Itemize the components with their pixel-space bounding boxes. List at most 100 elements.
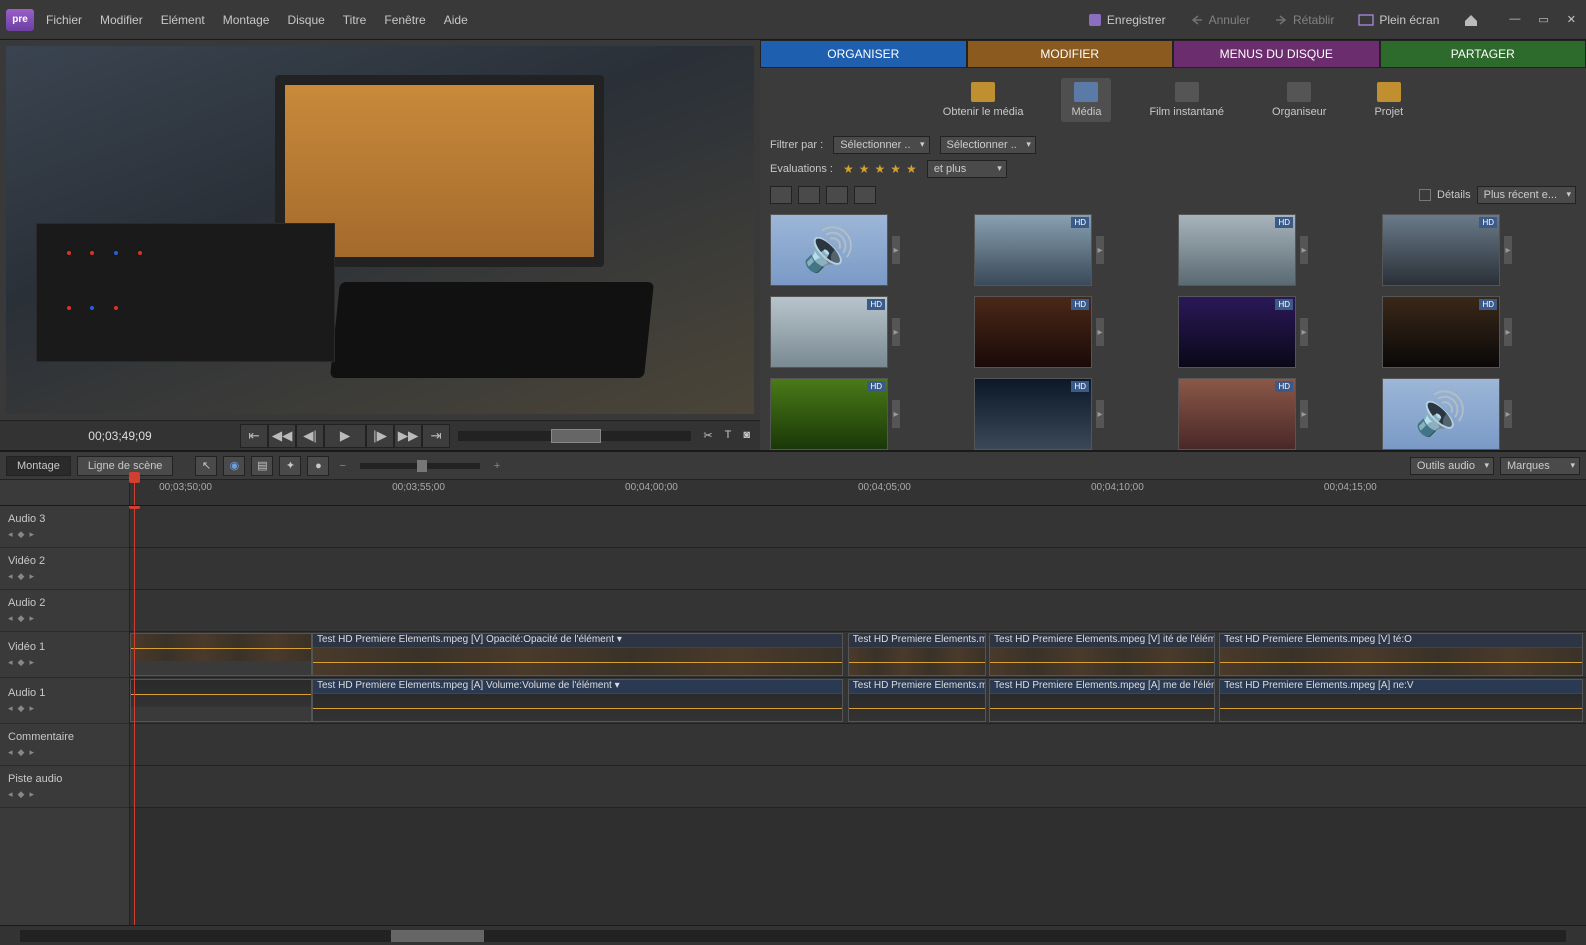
media-thumb[interactable]: HD	[770, 378, 888, 450]
menu-fenetre[interactable]: Fenêtre	[382, 9, 427, 31]
media-thumb[interactable]: HD	[1382, 214, 1500, 286]
rewind-button[interactable]: ◀◀	[268, 424, 296, 448]
media-thumb[interactable]: HD	[974, 214, 1092, 286]
fullscreen-button[interactable]: Plein écran	[1352, 10, 1445, 30]
track-header-video1[interactable]: Vidéo 1◂◆▸	[0, 632, 129, 678]
tab-menus-disque[interactable]: MENUS DU DISQUE	[1173, 40, 1380, 68]
redo-button[interactable]: Rétablir	[1268, 10, 1340, 30]
timeline-scrollbar[interactable]	[0, 925, 1586, 945]
menu-titre[interactable]: Titre	[341, 9, 369, 31]
star-2[interactable]: ★	[859, 162, 870, 176]
step-fwd-button[interactable]: |▶	[366, 424, 394, 448]
tab-modifier[interactable]: MODIFIER	[967, 40, 1174, 68]
clip-audio[interactable]: Test HD Premiere Elements.mpeg [A] Volum…	[312, 679, 843, 722]
new-folder-icon[interactable]	[826, 186, 848, 204]
smart-trim-tool-icon[interactable]: ✦	[279, 456, 301, 476]
media-play-handle[interactable]: ▸	[1504, 318, 1512, 346]
tab-partager[interactable]: PARTAGER	[1380, 40, 1586, 68]
menu-modifier[interactable]: Modifier	[98, 9, 145, 31]
star-4[interactable]: ★	[890, 162, 901, 176]
filter-select-2[interactable]: Sélectionner ..	[940, 136, 1036, 154]
clip-video[interactable]: Test HD Premiere Elements.mpeg [V] Opaci…	[312, 633, 843, 676]
lane-audio3[interactable]	[130, 506, 1586, 548]
clip-video[interactable]: Test HD Premiere Elements.mpeg [V] ité d…	[989, 633, 1215, 676]
snapshot-icon[interactable]: ◙	[739, 427, 754, 444]
media-thumb[interactable]: 🔊	[1382, 378, 1500, 450]
audio-toggle-icon[interactable]	[798, 186, 820, 204]
details-checkbox[interactable]	[1419, 189, 1431, 201]
lane-audio1[interactable]: Test HD Premiere Elements.mpeg [A] Volum…	[130, 678, 1586, 724]
media-thumb[interactable]: HD	[770, 296, 888, 368]
step-back-button[interactable]: ◀|	[296, 424, 324, 448]
track-header-audio2[interactable]: Audio 2◂◆▸	[0, 590, 129, 632]
tab-sceneline[interactable]: Ligne de scène	[77, 456, 174, 476]
clip-audio[interactable]: Test HD Premiere Elements.mpeg [A] ne:V	[1219, 679, 1583, 722]
close-button[interactable]: ✕	[1563, 11, 1580, 28]
undo-button[interactable]: Annuler	[1184, 10, 1256, 30]
tab-organiser[interactable]: ORGANISER	[760, 40, 967, 68]
star-3[interactable]: ★	[875, 162, 886, 176]
media-thumb[interactable]: HD	[974, 378, 1092, 450]
instant-movie-button[interactable]: Film instantané	[1139, 78, 1234, 122]
media-play-handle[interactable]: ▸	[1300, 318, 1308, 346]
media-play-handle[interactable]: ▸	[892, 318, 900, 346]
delete-icon[interactable]	[854, 186, 876, 204]
menu-fichier[interactable]: Fichier	[44, 9, 84, 31]
lane-commentary[interactable]	[130, 724, 1586, 766]
tab-montage[interactable]: Montage	[6, 456, 71, 476]
media-thumb[interactable]: HD	[1178, 378, 1296, 450]
media-button[interactable]: Média	[1061, 78, 1111, 122]
audio-tools-select[interactable]: Outils audio	[1410, 457, 1494, 475]
fastfwd-button[interactable]: ▶▶	[394, 424, 422, 448]
get-media-button[interactable]: Obtenir le média	[933, 78, 1034, 122]
media-play-handle[interactable]: ▸	[1300, 236, 1308, 264]
media-play-handle[interactable]: ▸	[1504, 236, 1512, 264]
lane-video1[interactable]: Test HD Premiere Elements.mpeg [V] Opaci…	[130, 632, 1586, 678]
media-thumb[interactable]: HD	[1178, 296, 1296, 368]
clip-audio[interactable]: Test HD Premiere Elements.mpeg [A] me de…	[989, 679, 1215, 722]
home-button[interactable]	[1457, 10, 1485, 30]
organizer-button[interactable]: Organiseur	[1262, 78, 1336, 122]
star-1[interactable]: ★	[843, 162, 854, 176]
clip-audio[interactable]: Test HD Premiere Elements.mpe	[848, 679, 986, 722]
timecode-display[interactable]: 00;03;49;09	[0, 429, 240, 443]
lane-soundtrack[interactable]	[130, 766, 1586, 808]
star-5[interactable]: ★	[906, 162, 917, 176]
media-thumb[interactable]: 🔊	[770, 214, 888, 286]
playhead[interactable]	[134, 480, 135, 505]
media-play-handle[interactable]: ▸	[1504, 400, 1512, 428]
sort-select[interactable]: Plus récent e...	[1477, 186, 1576, 204]
media-thumb[interactable]: HD	[974, 296, 1092, 368]
media-thumb[interactable]: HD	[1178, 214, 1296, 286]
media-play-handle[interactable]: ▸	[1300, 400, 1308, 428]
track-header-commentary[interactable]: Commentaire◂◆▸	[0, 724, 129, 766]
track-header-audio1[interactable]: Audio 1◂◆▸	[0, 678, 129, 724]
time-ruler[interactable]: 00;03;50;00 00;03;55;00 00;04;00;00 00;0…	[130, 480, 1586, 505]
media-play-handle[interactable]: ▸	[892, 400, 900, 428]
time-stretch-tool-icon[interactable]: ◉	[223, 456, 245, 476]
clip-video[interactable]: Test HD Premiere Elements.mpeg [V] té:O	[1219, 633, 1583, 676]
lane-audio2[interactable]	[130, 590, 1586, 632]
minimize-button[interactable]: —	[1505, 11, 1524, 28]
markers-select[interactable]: Marques	[1500, 457, 1580, 475]
preview-monitor[interactable]	[6, 46, 754, 414]
save-button[interactable]: Enregistrer	[1082, 10, 1172, 30]
maximize-button[interactable]: ▭	[1534, 11, 1552, 28]
media-play-handle[interactable]: ▸	[1096, 318, 1104, 346]
and-more-select[interactable]: et plus	[927, 160, 1007, 178]
track-header-audio3[interactable]: Audio 3◂◆▸	[0, 506, 129, 548]
project-button[interactable]: Projet	[1364, 78, 1413, 122]
media-play-handle[interactable]: ▸	[1096, 236, 1104, 264]
track-header-video2[interactable]: Vidéo 2◂◆▸	[0, 548, 129, 590]
save-icon[interactable]	[770, 186, 792, 204]
menu-element[interactable]: Elément	[159, 9, 207, 31]
title-tool-icon[interactable]: T	[721, 427, 736, 444]
play-button[interactable]: ▶	[324, 424, 366, 448]
clip-video[interactable]	[130, 633, 312, 676]
goto-out-button[interactable]: ⇥	[422, 424, 450, 448]
media-play-handle[interactable]: ▸	[892, 236, 900, 264]
menu-montage[interactable]: Montage	[221, 9, 272, 31]
filter-select-1[interactable]: Sélectionner ..	[833, 136, 929, 154]
menu-aide[interactable]: Aide	[442, 9, 470, 31]
lane-video2[interactable]	[130, 548, 1586, 590]
